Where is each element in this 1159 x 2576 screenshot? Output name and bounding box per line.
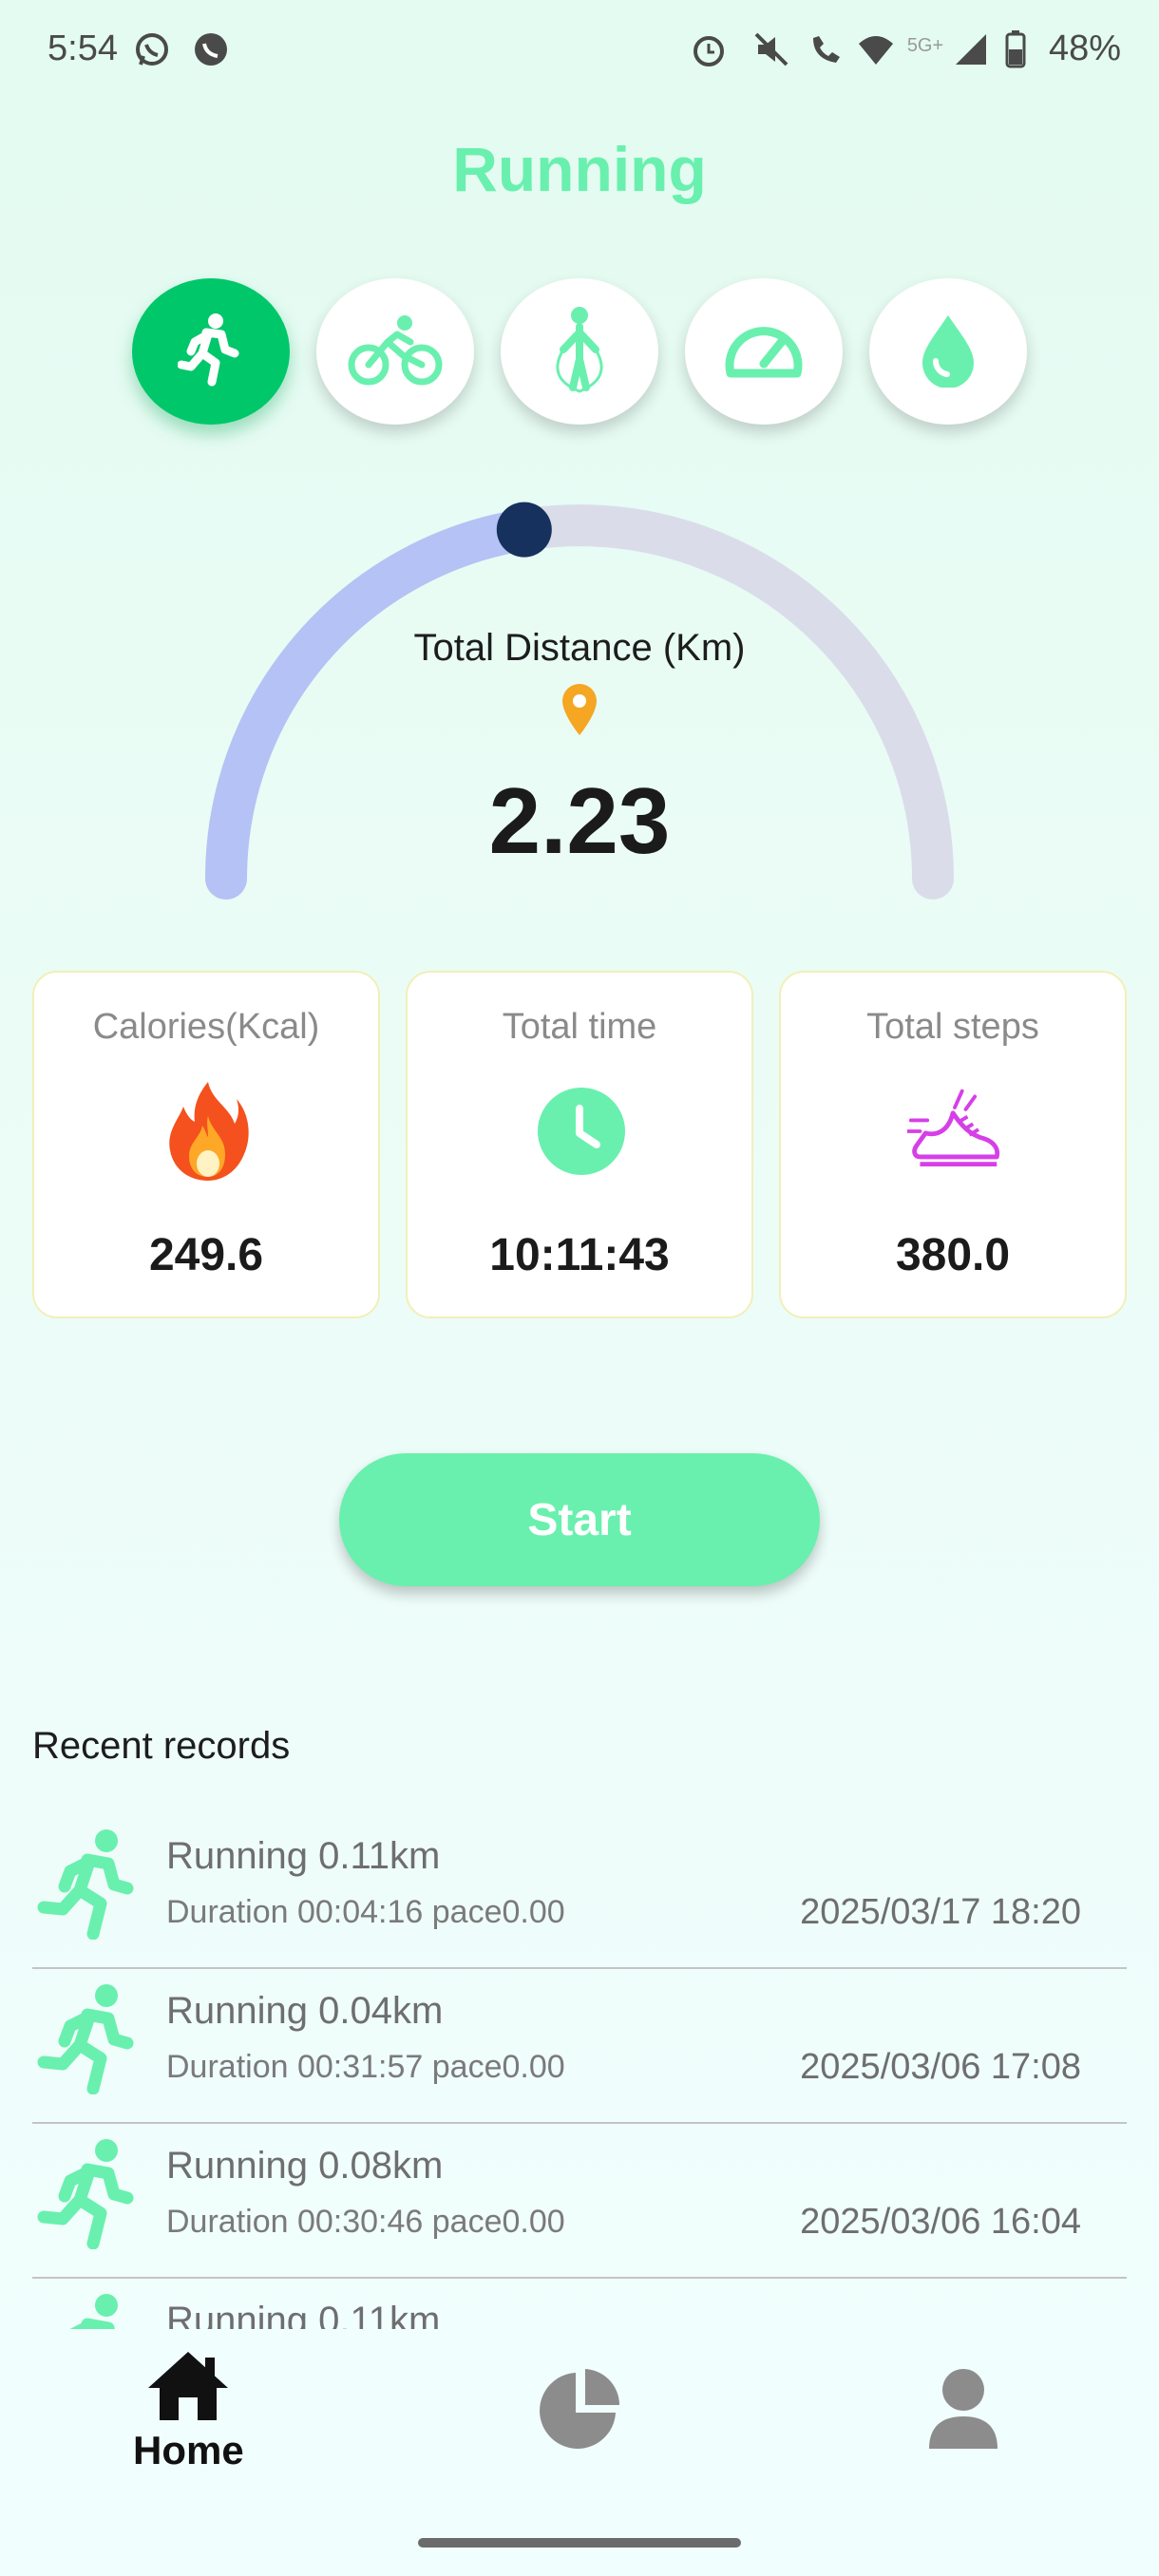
- speedometer-icon: [721, 316, 807, 388]
- home-indicator[interactable]: [418, 2538, 741, 2548]
- record-title: Running 0.08km: [166, 2145, 444, 2187]
- sneaker-icon: [907, 1079, 1002, 1184]
- wifi-call-icon: [804, 28, 846, 70]
- running-icon: [69, 2294, 118, 2329]
- bicycle-icon: [348, 312, 443, 392]
- record-detail: Duration 00:04:16 pace0.00: [166, 1894, 565, 1930]
- alarm-icon: [688, 28, 730, 70]
- record-item[interactable]: Running 0.11km: [32, 2279, 1127, 2329]
- running-icon: [37, 1984, 134, 2094]
- recent-records-list[interactable]: Running 0.11km Duration 00:04:16 pace0.0…: [0, 1814, 1159, 2329]
- wifi-icon: [855, 28, 897, 70]
- start-button[interactable]: Start: [339, 1453, 820, 1586]
- calories-title: Calories(Kcal): [92, 1007, 320, 1047]
- battery-icon: [1001, 28, 1030, 70]
- water-drop-icon: [915, 312, 981, 392]
- activity-speed-button[interactable]: [685, 278, 843, 425]
- activity-cycling-button[interactable]: [316, 278, 474, 425]
- record-date: 2025/03/06 17:08: [800, 2047, 1081, 2087]
- record-item[interactable]: Running 0.04km Duration 00:31:57 pace0.0…: [32, 1969, 1127, 2124]
- nav-home[interactable]: Home: [133, 2350, 244, 2473]
- total-time-value: 10:11:43: [489, 1230, 670, 1280]
- total-steps-value: 380.0: [895, 1230, 1011, 1280]
- status-time: 5:54: [48, 28, 118, 68]
- nav-profile[interactable]: [927, 2367, 999, 2451]
- recent-records-title: Recent records: [32, 1725, 291, 1767]
- signal-icon: [950, 28, 992, 70]
- running-icon: [37, 1829, 134, 1940]
- record-date: 2025/03/17 18:20: [800, 1892, 1081, 1932]
- battery-percent: 48%: [1048, 28, 1121, 68]
- gauge-knob[interactable]: [496, 502, 552, 558]
- record-item[interactable]: Running 0.11km Duration 00:04:16 pace0.0…: [32, 1814, 1127, 1969]
- record-detail: Duration 00:30:46 pace0.00: [166, 2204, 565, 2240]
- record-date: 2025/03/06 16:04: [800, 2202, 1081, 2242]
- total-time-card: Total time 10:11:43: [406, 971, 753, 1318]
- nav-home-label: Home: [133, 2428, 244, 2472]
- record-item[interactable]: Running 0.08km Duration 00:30:46 pace0.0…: [32, 2124, 1127, 2279]
- nav-statistics[interactable]: [538, 2367, 621, 2451]
- whatsapp-icon: [131, 28, 173, 70]
- record-title: Running 0.11km: [166, 2300, 441, 2329]
- activity-water-button[interactable]: [869, 278, 1027, 425]
- location-pin-icon: [562, 684, 597, 735]
- profile-icon: [929, 2369, 998, 2449]
- page-title: Running: [452, 134, 707, 204]
- home-icon: [148, 2352, 229, 2420]
- total-distance-value: 2.23: [488, 768, 671, 873]
- total-steps-card: Total steps 380.0: [779, 971, 1127, 1318]
- gauge-label: Total Distance (Km): [413, 627, 746, 669]
- record-detail: Duration 00:31:57 pace0.00: [166, 2049, 565, 2085]
- pie-chart-icon: [540, 2369, 619, 2449]
- record-title: Running 0.11km: [166, 1835, 441, 1877]
- running-icon: [177, 312, 244, 392]
- record-title: Running 0.04km: [166, 1990, 444, 2032]
- total-steps-title: Total steps: [866, 1007, 1039, 1047]
- phone-app-icon: [190, 28, 232, 70]
- mute-icon: [750, 28, 792, 70]
- running-icon: [37, 2139, 134, 2249]
- total-time-title: Total time: [502, 1007, 657, 1047]
- activity-jump-rope-button[interactable]: [501, 278, 658, 425]
- activity-running-button[interactable]: [132, 278, 290, 425]
- clock-icon: [534, 1079, 629, 1184]
- jump-rope-icon: [537, 302, 622, 402]
- calories-value: 249.6: [148, 1230, 264, 1280]
- fire-icon: [161, 1079, 256, 1184]
- calories-card: Calories(Kcal) 249.6: [32, 971, 380, 1318]
- network-type-label: 5G+: [906, 34, 944, 56]
- status-bar: 5:54 5G+ 48%: [0, 0, 1159, 104]
